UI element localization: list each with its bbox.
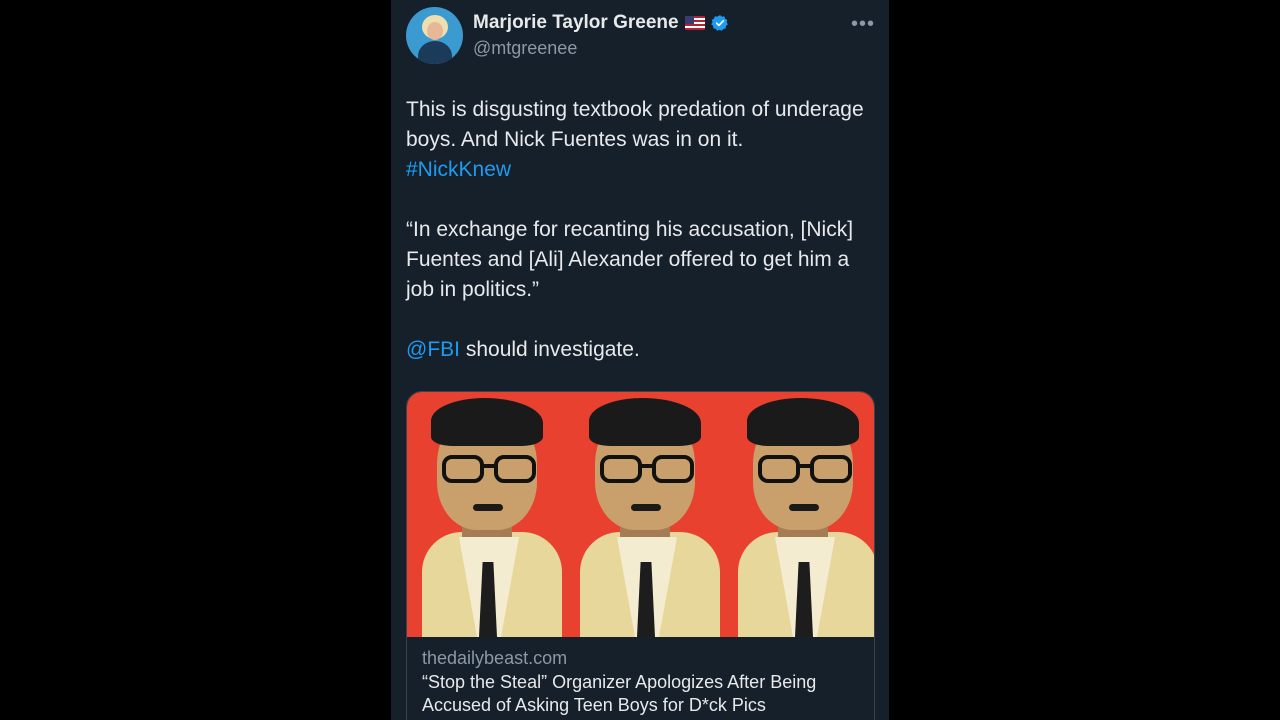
- card-headline[interactable]: “Stop the Steal” Organizer Apologizes Af…: [422, 671, 859, 717]
- avatar[interactable]: [406, 7, 463, 64]
- card-meta: thedailybeast.com “Stop the Steal” Organ…: [407, 637, 874, 720]
- verified-badge-icon: [710, 15, 728, 31]
- avatar-face: [427, 22, 443, 40]
- mention-suffix: should investigate.: [460, 338, 640, 361]
- author-row: Marjorie Taylor Greene: [473, 12, 729, 34]
- avatar-body: [418, 41, 452, 64]
- us-flag-icon: [684, 16, 705, 30]
- hashtag-link[interactable]: #NickKnew: [406, 158, 511, 181]
- author-handle[interactable]: @mtgreenee: [473, 38, 577, 59]
- tweet-paragraph-3: @FBI should investigate.: [406, 335, 881, 365]
- tweet-text: This is disgusting textbook predation of…: [406, 95, 881, 395]
- link-card[interactable]: thedailybeast.com “Stop the Steal” Organ…: [406, 391, 875, 720]
- tweet-line-1: This is disgusting textbook predation of…: [406, 98, 864, 151]
- tweet-paragraph-1: This is disgusting textbook predation of…: [406, 95, 881, 185]
- more-options-icon[interactable]: •••: [851, 14, 875, 34]
- portrait-figure: [407, 392, 567, 637]
- tweet-panel: Marjorie Taylor Greene @mtgreenee ••• Th…: [391, 0, 889, 720]
- portrait-figure: [723, 392, 874, 637]
- card-domain: thedailybeast.com: [422, 648, 568, 668]
- card-image[interactable]: [407, 392, 874, 637]
- portrait-figure: [565, 392, 725, 637]
- tweet-quote: “In exchange for recanting his accusatio…: [406, 218, 854, 301]
- mention-link[interactable]: @FBI: [406, 338, 460, 361]
- author-name[interactable]: Marjorie Taylor Greene: [473, 12, 679, 34]
